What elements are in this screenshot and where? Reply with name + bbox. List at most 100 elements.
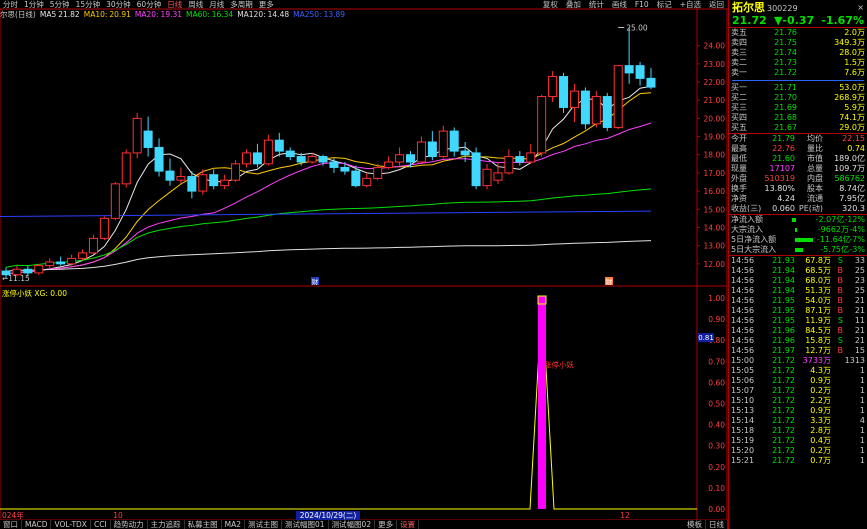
tick-count: 21 <box>854 336 865 345</box>
candle-body <box>449 130 459 152</box>
finance-marker-label: 财 <box>606 277 613 286</box>
chart-canvas[interactable]: 24.00 23.00 22.00 21.00 20.00 19.00 18.00 17.00… <box>0 0 728 520</box>
candle <box>88 234 98 255</box>
indicator-tab[interactable]: 测试幅图02 <box>329 520 376 529</box>
flow-label: 大宗流入 <box>731 225 763 234</box>
bid-label: 买一 <box>731 83 747 92</box>
ma20-line <box>5 122 652 276</box>
tick-row: 15:00 21.72 3733万 1313 <box>729 356 867 366</box>
tick-side <box>831 446 843 456</box>
tabbar-right-button[interactable]: 模板 <box>684 520 706 529</box>
stat-label: 外盘 <box>731 174 747 183</box>
candle <box>263 134 273 166</box>
stat-label: 净资 <box>731 194 747 203</box>
bid-row[interactable]: 买二 21.70 268.9万 <box>729 93 867 103</box>
tick-volume: 0.2万 <box>810 446 831 455</box>
tick-row: 14:56 21.95 87.1万 B 21 <box>729 306 867 316</box>
candle <box>646 68 656 90</box>
bid-row[interactable]: 买五 21.67 29.0万 <box>729 123 867 133</box>
tick-side: B <box>837 296 844 305</box>
stat-value: 4.24 <box>777 194 795 203</box>
tick-time: 15:13 <box>731 406 755 415</box>
tick-volume: 67.8万 <box>805 256 831 265</box>
stat-row: 外盘 510319 内盘 586762 <box>729 174 867 184</box>
candle <box>624 27 634 84</box>
bid-label: 买四 <box>731 113 747 122</box>
bid-volume: 53.0万 <box>839 83 865 92</box>
tick-count: 4 <box>859 416 865 425</box>
candle-body <box>591 96 601 125</box>
flow-bar-fill <box>792 218 797 222</box>
indicator-tab[interactable]: 趋势动力 <box>111 520 148 529</box>
flow-label: 净流入额 <box>731 215 763 224</box>
tick-count: 21 <box>854 306 865 315</box>
ask-row[interactable]: 卖三 21.74 28.0万 <box>729 48 867 58</box>
ask-price: 21.73 <box>774 58 797 67</box>
tick-time: 14:56 <box>731 296 755 305</box>
bid-volume: 5.9万 <box>844 103 865 112</box>
candle-body <box>504 156 514 174</box>
bid-row[interactable]: 买三 21.69 5.9万 <box>729 103 867 113</box>
tick-row: 15:20 21.72 0.2万 1 <box>729 446 867 456</box>
candle <box>132 112 142 159</box>
indicator-tab[interactable]: 测试主图 <box>245 520 283 529</box>
candle <box>274 132 284 157</box>
candle <box>471 147 481 190</box>
x-tick-label: 10 <box>113 511 123 520</box>
ask-row[interactable]: 卖一 21.72 7.6万 <box>729 68 867 78</box>
tick-time: 14:56 <box>731 316 755 325</box>
indicator-tab[interactable]: 窗口 <box>0 520 22 529</box>
stats-table: 今开 21.79 均价 22.15 最高 22.76 量比 0.74 最低 21.60 市值 189.… <box>729 134 867 215</box>
flow-row: 净流入额 -2.07亿 -12% <box>729 215 867 225</box>
tick-count: 25 <box>854 266 865 275</box>
y-tick-label: 21.00 <box>704 96 726 105</box>
ask-row[interactable]: 卖二 21.73 1.5万 <box>729 58 867 68</box>
indicator-tab[interactable]: MA2 <box>222 520 246 529</box>
tick-volume: 0.9万 <box>810 406 831 415</box>
tick-side <box>831 416 843 426</box>
tabbar-right-button[interactable]: 日线 <box>706 520 728 529</box>
tick-time: 15:06 <box>731 376 755 385</box>
sub-y-tick-label: 0.30 <box>708 442 725 451</box>
candle-body <box>99 217 109 239</box>
candle-body <box>88 237 98 254</box>
tick-list[interactable]: 14:56 21.93 67.8万 S 33 14:56 21.94 68.5万 B 25 14:5… <box>729 256 867 466</box>
flow-bar <box>792 215 813 225</box>
candle <box>34 263 44 275</box>
xg-line <box>0 297 697 510</box>
tick-side <box>831 406 843 416</box>
indicator-tab[interactable]: VOL-TDX <box>51 520 91 529</box>
tick-time: 14:56 <box>731 306 755 315</box>
tick-count: 21 <box>854 326 865 335</box>
tick-price: 21.72 <box>772 456 795 465</box>
tick-side <box>831 366 843 376</box>
candle <box>56 256 66 266</box>
close-icon[interactable]: × <box>857 3 864 12</box>
candle-body <box>384 161 394 168</box>
tick-price: 21.94 <box>772 266 795 275</box>
candle <box>526 143 536 164</box>
bid-row[interactable]: 买四 21.68 74.1万 <box>729 113 867 123</box>
tick-row: 14:56 21.94 68.0万 B 23 <box>729 276 867 286</box>
candle-body <box>580 90 590 125</box>
indicator-tab[interactable]: MACD <box>22 520 52 529</box>
indicator-tab[interactable]: 主力追踪 <box>148 520 185 529</box>
indicator-tab[interactable]: 测试幅图01 <box>282 520 329 529</box>
indicator-tab[interactable]: 更多 <box>375 520 398 529</box>
indicator-tab[interactable]: CCI <box>91 520 111 529</box>
stat-label: 流通 <box>807 194 823 203</box>
y-tick-label: 18.00 <box>704 151 726 160</box>
bid-book: 买一 21.71 53.0万 买二 21.70 268.9万 买三 21.69 5.9万 买四 21… <box>729 83 867 134</box>
ask-row[interactable]: 卖五 21.76 2.0万 <box>729 28 867 38</box>
ask-row[interactable]: 卖四 21.75 349.3万 <box>729 38 867 48</box>
tick-time: 14:56 <box>731 276 755 285</box>
indicator-tab[interactable]: 私募主图 <box>185 520 222 529</box>
tick-row: 15:14 21.72 3.3万 4 <box>729 416 867 426</box>
tick-side: S <box>837 256 843 265</box>
indicator-tab[interactable]: 设置 <box>397 520 420 529</box>
tick-row: 14:56 21.95 54.0万 B 21 <box>729 296 867 306</box>
candle <box>110 182 120 221</box>
tick-volume: 68.0万 <box>805 276 831 285</box>
tick-price: 21.94 <box>772 286 795 295</box>
bid-row[interactable]: 买一 21.71 53.0万 <box>729 83 867 93</box>
